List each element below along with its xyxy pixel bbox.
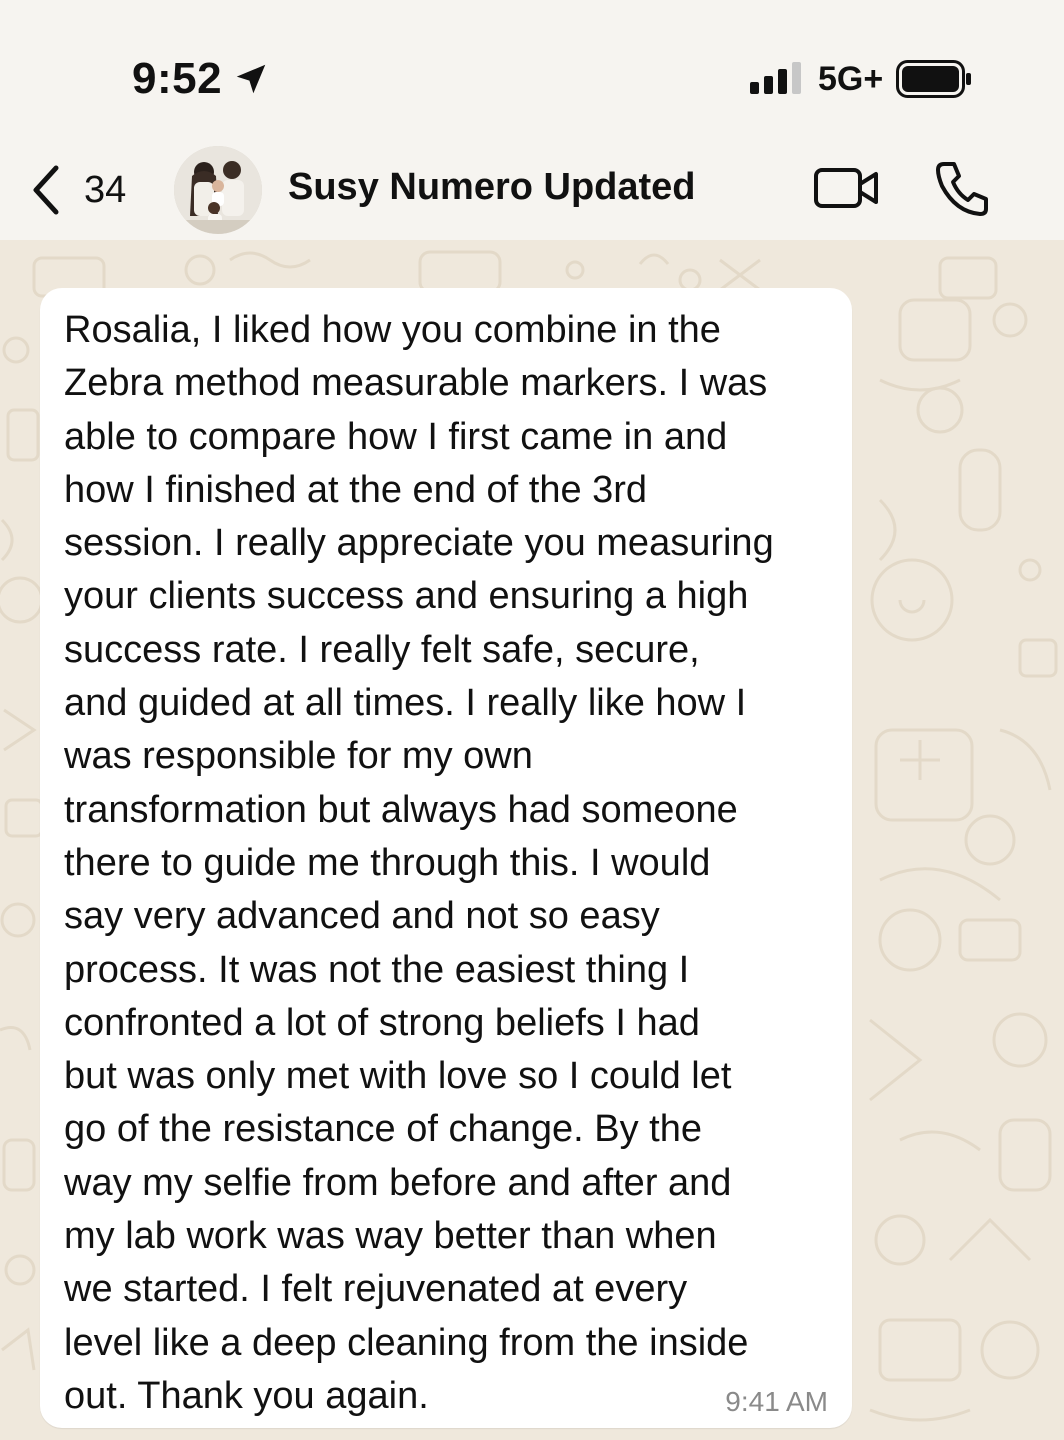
network-type: 5G+ [818,60,884,98]
chat-area[interactable]: Rosalia, I liked how you combine in the … [0,240,1064,1440]
location-arrow-icon [236,64,266,94]
status-bar: 9:52 5G+ [0,0,1064,140]
message-timestamp: 9:41 AM [725,1386,828,1417]
phone-icon[interactable] [934,158,990,218]
avatar[interactable] [174,146,262,234]
message-text: Rosalia, I liked how you combine in the … [64,309,774,1417]
chat-header: 34 Susy Numero Updated [0,140,1064,240]
status-time: 9:52 [132,54,223,103]
contact-name[interactable]: Susy Numero Updated [288,166,696,209]
battery-icon [896,60,971,98]
message-bubble[interactable]: Rosalia, I liked how you combine in the … [40,288,852,1428]
chevron-left-icon [33,165,59,215]
unread-count: 34 [84,168,127,211]
video-call-icon[interactable] [812,162,882,214]
signal-icon [750,62,801,94]
back-button[interactable]: 34 [28,160,126,220]
